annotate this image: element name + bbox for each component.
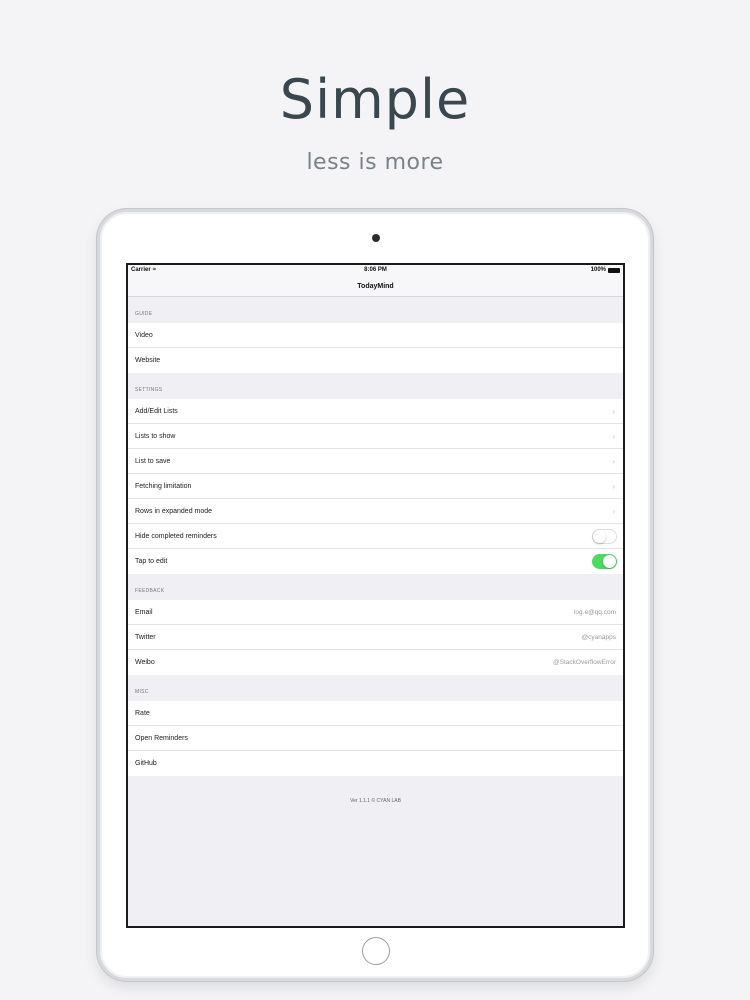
row-lists-to-show[interactable]: Lists to show › (128, 424, 623, 449)
row-label: Lists to show (135, 432, 176, 440)
chevron-right-icon: › (612, 456, 615, 466)
status-bar: Carrier ≈ 8:06 PM 100% (128, 265, 623, 277)
section-header-misc: MISC (135, 689, 149, 695)
row-value: @cyanapps (581, 633, 616, 641)
row-list-to-save[interactable]: List to save › (128, 449, 623, 474)
chevron-right-icon: › (612, 481, 615, 491)
section-header-settings: SETTINGS (135, 387, 163, 393)
row-weibo[interactable]: Weibo @StackOverflowError (128, 650, 623, 675)
promo-headline: Simple (279, 68, 471, 131)
row-hide-completed-reminders: Hide completed reminders (128, 524, 623, 549)
promo-subline: less is more (306, 150, 444, 175)
toggle-knob (593, 530, 606, 543)
tap-to-edit-toggle[interactable] (592, 554, 617, 569)
row-label: Weibo (135, 659, 155, 666)
row-website[interactable]: Website (128, 348, 623, 373)
row-label: GitHub (135, 760, 157, 767)
section-header-guide: GUIDE (135, 311, 153, 317)
battery-label: 100% (590, 267, 606, 273)
group-guide: Video Website (128, 323, 623, 373)
row-label: Email (135, 608, 153, 616)
nav-title: TodayMind (128, 277, 623, 297)
row-email[interactable]: Email log.e@qq.com (128, 600, 623, 625)
row-fetching-limitation[interactable]: Fetching limitation › (128, 474, 623, 499)
row-tap-to-edit: Tap to edit (128, 549, 623, 574)
row-video[interactable]: Video (128, 323, 623, 348)
status-battery: 100% (591, 267, 620, 273)
row-label: Rate (135, 709, 150, 717)
hide-completed-toggle[interactable] (592, 529, 617, 544)
row-value: log.e@qq.com (573, 608, 616, 616)
row-label: Tap to edit (135, 558, 168, 565)
app-screen: Carrier ≈ 8:06 PM 100% TodayMind GUIDE Vi… (126, 263, 625, 928)
chevron-right-icon: › (612, 431, 615, 441)
home-button[interactable] (362, 937, 390, 965)
row-label: Twitter (135, 633, 156, 641)
row-value: @StackOverflowError (553, 659, 616, 666)
row-label: Website (135, 357, 161, 364)
row-label: Rows in expanded mode (135, 507, 213, 515)
row-label: List to save (135, 457, 171, 465)
row-label: Hide completed reminders (135, 532, 217, 540)
version-footer: Ver 1.1.1 © CYAN LAB (350, 798, 401, 804)
group-misc: Rate Open Reminders GitHub (128, 701, 623, 776)
group-settings: Add/Edit Lists › Lists to show › List to… (128, 399, 623, 574)
chevron-right-icon: › (612, 506, 615, 516)
battery-icon (608, 267, 620, 273)
row-rate[interactable]: Rate (128, 701, 623, 726)
toggle-knob (603, 555, 616, 568)
row-label: Add/Edit Lists (135, 407, 178, 415)
row-twitter[interactable]: Twitter @cyanapps (128, 625, 623, 650)
row-open-reminders[interactable]: Open Reminders (128, 726, 623, 751)
section-header-feedback: FEEDBACK (135, 588, 165, 594)
row-github[interactable]: GitHub (128, 751, 623, 776)
row-add-edit-lists[interactable]: Add/Edit Lists › (128, 399, 623, 424)
group-feedback: Email log.e@qq.com Twitter @cyanapps Wei… (128, 600, 623, 675)
row-label: Fetching limitation (135, 482, 192, 490)
row-label: Open Reminders (135, 734, 188, 742)
status-time: 8:06 PM (364, 267, 387, 273)
row-rows-in-expanded-mode[interactable]: Rows in expanded mode › (128, 499, 623, 524)
ipad-frame: Carrier ≈ 8:06 PM 100% TodayMind GUIDE Vi… (97, 209, 653, 981)
camera-icon (372, 234, 380, 242)
row-label: Video (135, 331, 153, 339)
chevron-right-icon: › (612, 406, 615, 416)
